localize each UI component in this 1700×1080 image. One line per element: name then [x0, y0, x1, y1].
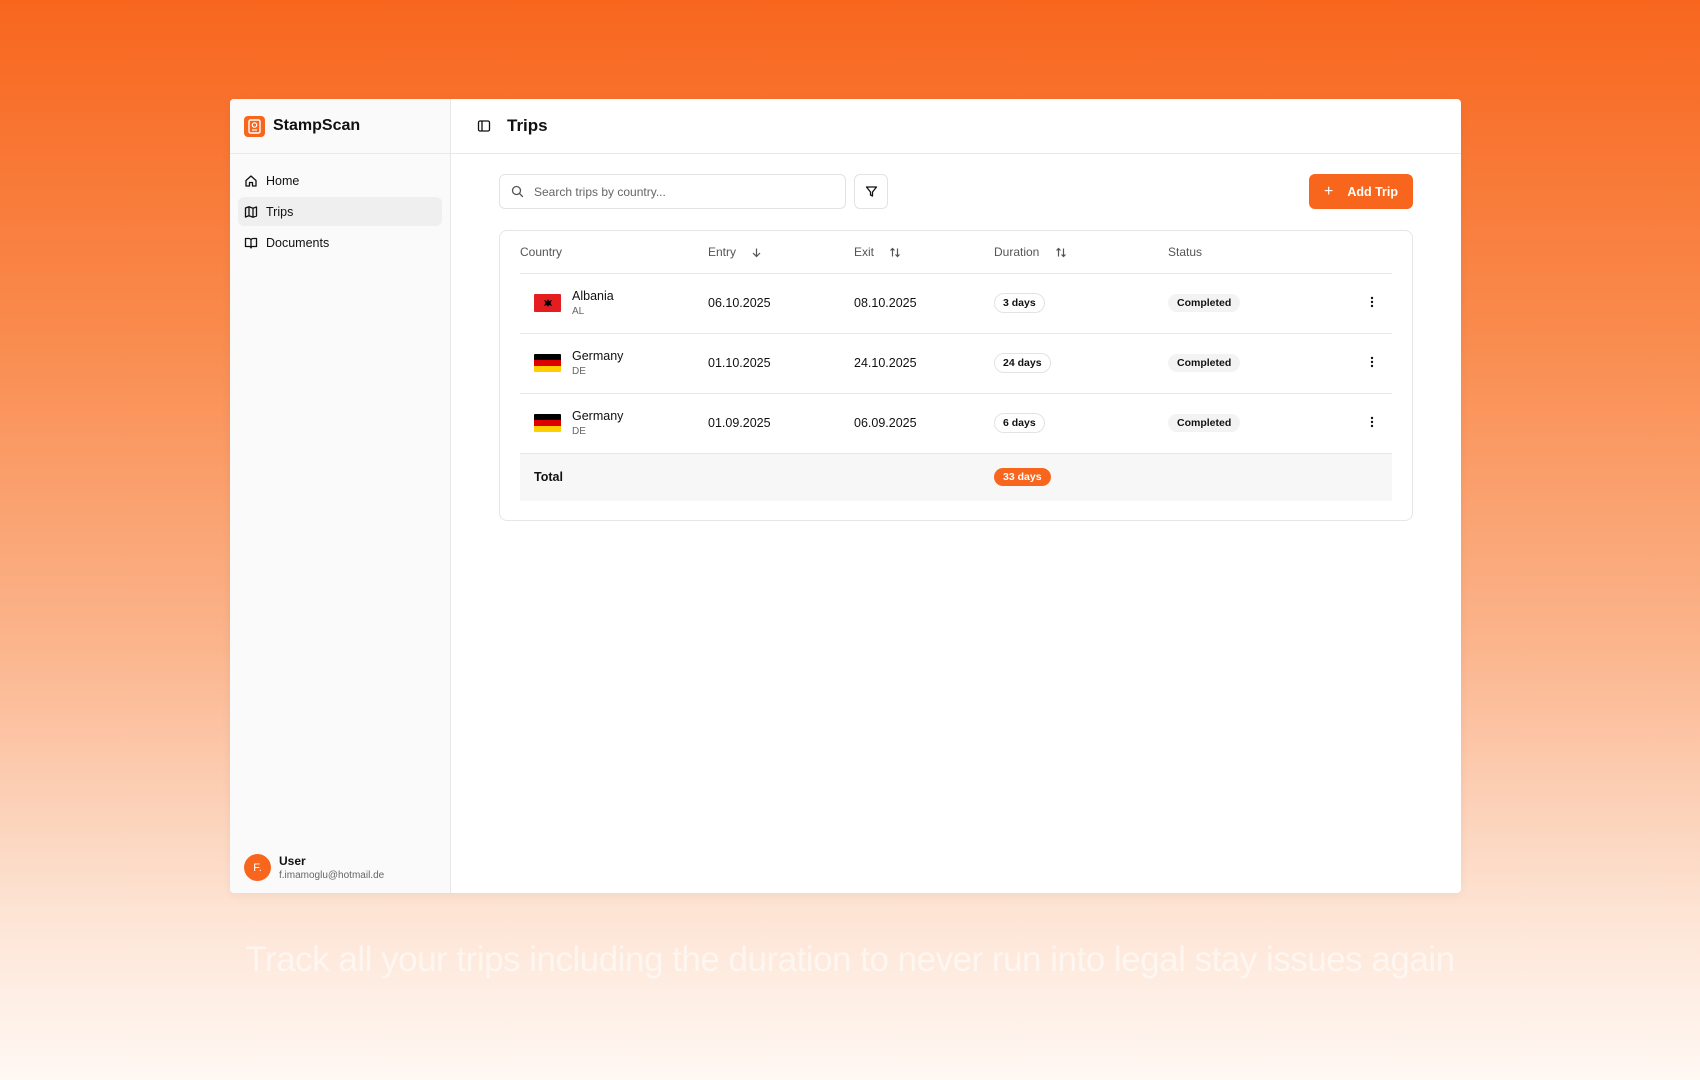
map-icon [244, 205, 258, 218]
user-profile[interactable]: F. User f.imamoglu@hotmail.de [244, 854, 384, 881]
marketing-tagline: Track all your trips including the durat… [245, 940, 1455, 979]
table-row[interactable]: Albania AL 06.10.2025 08.10.2025 3 days … [520, 273, 1392, 334]
search-input[interactable] [534, 184, 814, 199]
country-name: Germany [572, 349, 624, 363]
entry-date: 01.09.2025 [708, 393, 854, 454]
exit-date: 06.09.2025 [854, 393, 994, 454]
add-trip-button[interactable]: + Add Trip [1309, 174, 1413, 209]
filter-icon [865, 186, 877, 197]
search-box[interactable] [499, 174, 846, 209]
sidebar-item-home[interactable]: Home [238, 166, 442, 195]
trips-table-card: Country Entry Exit Duration Status Alban… [499, 230, 1413, 521]
home-icon [245, 174, 257, 187]
sidebar-item-trips[interactable]: Trips [238, 197, 442, 226]
brand: StampScan [230, 99, 450, 154]
passport-icon [244, 115, 265, 137]
app-window: StampScan Home Trips Documents F. User f… [230, 99, 1461, 893]
total-row: Total 33 days [520, 453, 1392, 501]
page-header: Trips [451, 99, 1461, 154]
table-row[interactable]: Germany DE 01.09.2025 06.09.2025 6 days … [520, 393, 1392, 454]
country-name: Albania [572, 289, 614, 303]
column-header-entry[interactable]: Entry [708, 231, 854, 274]
plus-icon: + [1323, 182, 1334, 200]
trips-table: Country Entry Exit Duration Status Alban… [520, 231, 1392, 501]
country-code: DE [572, 426, 586, 437]
country-code: AL [572, 306, 585, 317]
total-label: Total [520, 453, 708, 501]
search-icon [511, 185, 524, 198]
exit-date: 08.10.2025 [854, 273, 994, 334]
column-header-country: Country [520, 231, 708, 274]
arrow-down-icon[interactable] [751, 247, 762, 258]
country-name: Germany [572, 409, 624, 423]
duration-badge: 3 days [994, 293, 1045, 313]
add-trip-label: Add Trip [1347, 184, 1399, 199]
germany-flag-icon [534, 354, 561, 372]
albania-flag-icon [534, 294, 561, 312]
app-name: StampScan [273, 117, 361, 134]
column-header-exit[interactable]: Exit [854, 231, 994, 274]
sidebar-item-label: Documents [266, 235, 330, 250]
duration-badge: 6 days [994, 413, 1045, 433]
main-content: Trips + Add Trip Country Entry [451, 99, 1461, 893]
more-vertical-icon[interactable] [1370, 356, 1374, 368]
sidebar-item-label: Trips [266, 204, 294, 219]
sort-icon[interactable] [889, 247, 901, 258]
table-header-row: Country Entry Exit Duration Status [520, 231, 1392, 274]
entry-date: 01.10.2025 [708, 333, 854, 394]
entry-date: 06.10.2025 [708, 273, 854, 334]
more-vertical-icon[interactable] [1370, 416, 1374, 428]
sort-icon[interactable] [1055, 247, 1067, 258]
more-vertical-icon[interactable] [1370, 296, 1374, 308]
status-badge: Completed [1168, 294, 1241, 312]
sidebar-nav: Home Trips Documents [230, 154, 450, 271]
user-email: f.imamoglu@hotmail.de [279, 870, 385, 881]
sidebar-toggle-icon[interactable] [477, 119, 491, 133]
status-badge: Completed [1168, 354, 1241, 372]
sidebar-item-documents[interactable]: Documents [238, 228, 442, 257]
table-row[interactable]: Germany DE 01.10.2025 24.10.2025 24 days… [520, 333, 1392, 394]
filter-button[interactable] [854, 174, 888, 209]
avatar: F. [244, 854, 271, 881]
sidebar: StampScan Home Trips Documents F. User f… [230, 99, 451, 893]
germany-flag-icon [534, 414, 561, 432]
user-name: User [279, 854, 306, 868]
exit-date: 24.10.2025 [854, 333, 994, 394]
total-duration-badge: 33 days [994, 468, 1051, 487]
status-badge: Completed [1168, 414, 1241, 432]
column-header-status: Status [1168, 231, 1352, 274]
column-header-duration[interactable]: Duration [994, 231, 1168, 274]
page-title: Trips [507, 116, 548, 135]
duration-badge: 24 days [994, 353, 1051, 373]
toolbar: + Add Trip [499, 174, 1413, 209]
book-open-icon [244, 237, 258, 249]
sidebar-item-label: Home [266, 173, 300, 188]
country-code: DE [572, 366, 586, 377]
